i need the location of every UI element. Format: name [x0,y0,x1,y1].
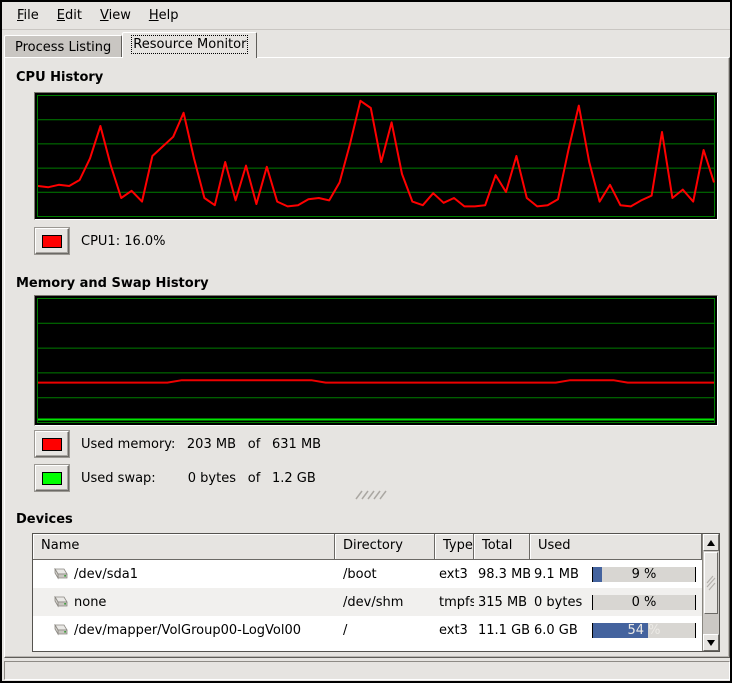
tab-bar: Process Listing Resource Monitor [4,32,257,58]
down-arrow-icon [707,640,715,646]
memory-of-label: of [236,437,272,452]
used-percent-label: 0 % [632,595,657,610]
disk-icon [51,568,68,581]
used-percent-label: 9 % [632,567,657,582]
device-used-cell: 9.1 MB 9 % [530,567,702,582]
device-name: /dev/mapper/VolGroup00-LogVol00 [74,623,301,638]
devices-scrollbar[interactable] [702,534,719,651]
scrollbar-thumb[interactable] [704,552,718,614]
menu-edit[interactable]: Edit [48,4,91,27]
memory-color-swatch [42,438,62,451]
device-row[interactable]: none/dev/shmtmpfs315 MB 0 bytes 0 % [33,588,702,616]
used-percent-label: 54 % [627,623,660,638]
memory-used-value: 203 MB [179,437,236,452]
swap-total-value: 1.2 GB [272,471,316,486]
used-percent-bar: 9 % [592,567,696,582]
cpu-legend-row: CPU1: 16.0% [35,228,166,254]
scroll-down-button[interactable] [703,634,719,651]
column-header-directory[interactable]: Directory [335,534,435,560]
up-arrow-icon [707,540,715,546]
thumb-grip-icon [705,575,717,591]
column-header-total[interactable]: Total [474,534,530,560]
tab-process-listing[interactable]: Process Listing [4,35,122,58]
used-percent-bar: 0 % [592,595,696,610]
device-used: 0 bytes [534,595,582,610]
device-total: 315 MB [474,595,530,610]
cpu-legend-label: CPU1: 16.0% [81,234,166,249]
menu-view[interactable]: View [91,4,140,27]
device-name-cell: /dev/mapper/VolGroup00-LogVol00 [33,623,335,638]
scroll-up-button[interactable] [703,534,719,551]
swap-color-swatch [42,472,62,485]
column-header-type[interactable]: Type [435,534,474,560]
memory-color-button[interactable] [35,431,69,457]
device-name: none [74,595,106,610]
used-percent-bar: 54 % [592,623,696,638]
memory-legend-label: Used memory: [81,437,179,452]
device-type: ext3 [435,623,474,638]
device-used: 6.0 GB [534,623,578,638]
swap-of-label: of [236,471,272,486]
device-used-cell: 0 bytes 0 % [530,595,702,610]
device-name-cell: /dev/sda1 [33,567,335,582]
swap-legend-label: Used swap: [81,471,179,486]
device-total: 11.1 GB [474,623,530,638]
status-bar [4,661,730,680]
menu-bar: FileEditViewHelp [2,2,730,30]
swap-used-value: 0 bytes [179,471,236,486]
memory-swap-history-chart [34,295,718,426]
device-directory: /boot [335,567,435,582]
device-row[interactable]: /dev/sda1/bootext398.3 MB 9.1 MB 9 % [33,560,702,588]
device-name: /dev/sda1 [74,567,138,582]
devices-title: Devices [16,512,73,527]
devices-table: NameDirectoryTypeTotalUsed /dev/sda1/boo… [32,533,720,652]
menu-file[interactable]: File [8,4,48,27]
disk-icon [51,596,68,609]
device-type: ext3 [435,567,474,582]
menu-help[interactable]: Help [140,4,188,27]
swap-legend-row: Used swap: 0 bytes of 1.2 GB [35,465,316,491]
cpu-color-swatch [42,235,62,248]
pane-resize-grip[interactable] [354,489,388,505]
device-directory: / [335,623,435,638]
cpu-color-button[interactable] [35,228,69,254]
tab-resource-monitor-label: Resource Monitor [133,37,246,52]
tab-resource-monitor[interactable]: Resource Monitor [122,32,257,58]
swap-color-button[interactable] [35,465,69,491]
device-total: 98.3 MB [474,567,530,582]
memory-legend-row: Used memory: 203 MB of 631 MB [35,431,321,457]
memory-total-value: 631 MB [272,437,321,452]
device-type: tmpfs [435,595,474,610]
device-directory: /dev/shm [335,595,435,610]
column-header-used[interactable]: Used [530,534,702,560]
scrollbar-trough[interactable] [703,615,719,634]
memory-history-title: Memory and Swap History [16,276,209,291]
cpu-history-title: CPU History [16,70,103,85]
device-row[interactable]: /dev/mapper/VolGroup00-LogVol00 /ext311.1… [33,616,702,644]
devices-table-body: /dev/sda1/bootext398.3 MB9.1 MB9 %none/d… [33,560,702,644]
device-used: 9.1 MB [534,567,579,582]
tab-process-listing-label: Process Listing [15,40,111,55]
device-used-cell: 6.0 GB 54 % [530,623,702,638]
cpu-history-chart [34,92,718,220]
disk-icon [51,624,68,637]
system-monitor-window: FileEditViewHelp Process Listing Resourc… [0,0,732,683]
devices-table-header: NameDirectoryTypeTotalUsed [33,534,702,560]
used-percent-fill [593,567,602,582]
column-header-name[interactable]: Name [33,534,335,560]
device-name-cell: none [33,595,335,610]
